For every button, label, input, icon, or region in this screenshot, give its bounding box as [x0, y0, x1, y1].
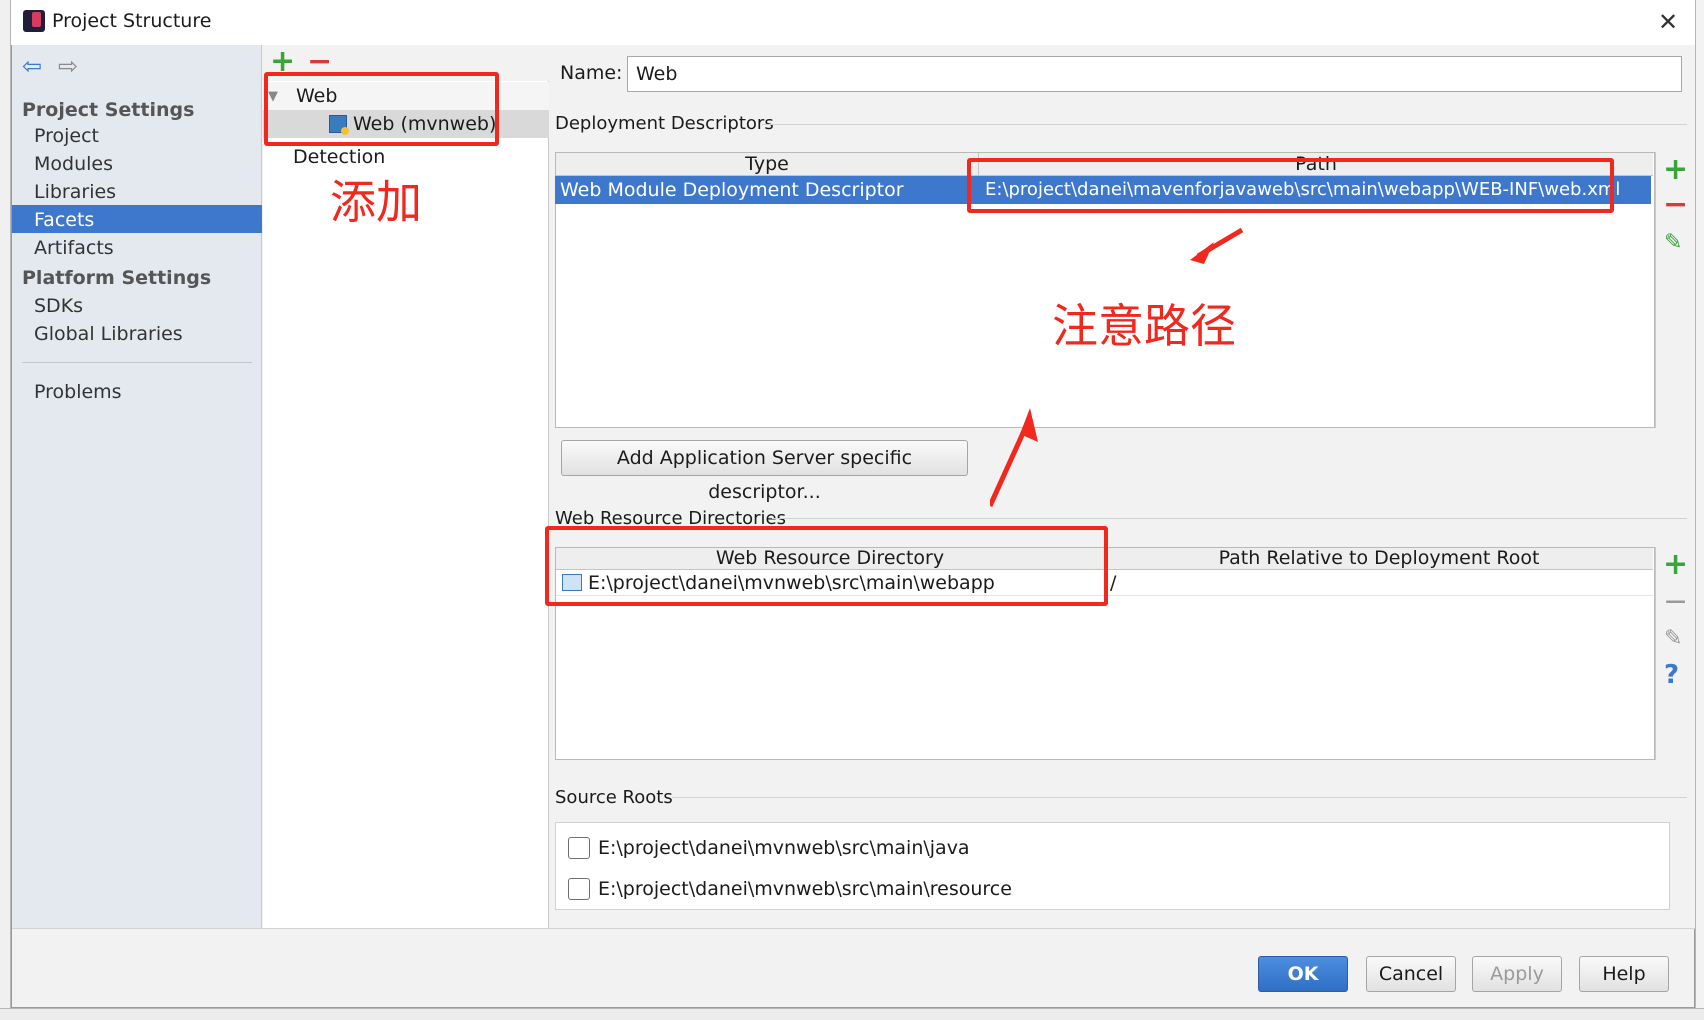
annotation-text-add: 添加 — [330, 175, 422, 229]
intellij-app-icon — [23, 10, 45, 32]
nav-divider — [22, 362, 252, 363]
nav-item-modules[interactable]: Modules — [34, 153, 113, 175]
column-header-relative-path[interactable]: Path Relative to Deployment Root — [1105, 547, 1653, 569]
tree-node-detection[interactable]: Detection — [293, 146, 385, 168]
nav-item-facets[interactable]: Facets — [34, 209, 94, 231]
background-ide-bottom — [0, 1008, 1704, 1020]
source-root-checkbox-resource[interactable] — [568, 878, 590, 900]
annotation-box-path — [967, 158, 1614, 213]
source-root-java-label[interactable]: E:\project\danei\mvnweb\src\main\java — [598, 837, 970, 859]
deployment-descriptors-title: Deployment Descriptors — [555, 113, 774, 134]
cancel-button[interactable]: Cancel — [1366, 956, 1456, 992]
close-icon[interactable]: ✕ — [1658, 8, 1678, 36]
edit-descriptor-icon[interactable]: ✎ — [1664, 230, 1682, 255]
nav-header-platform-settings: Platform Settings — [22, 267, 212, 289]
name-input[interactable]: Web — [627, 56, 1682, 92]
edit-web-resource-icon[interactable]: ✎ — [1664, 626, 1682, 651]
add-descriptor-icon[interactable]: + — [1663, 155, 1688, 185]
add-web-resource-icon[interactable]: + — [1663, 550, 1688, 580]
nav-item-sdks[interactable]: SDKs — [34, 295, 83, 317]
nav-item-project[interactable]: Project — [34, 125, 99, 147]
nav-header-project-settings: Project Settings — [22, 99, 195, 121]
background-ide-right — [1695, 0, 1704, 1020]
source-roots-title: Source Roots — [555, 787, 673, 808]
nav-item-problems[interactable]: Problems — [34, 381, 122, 403]
nav-item-global-libraries[interactable]: Global Libraries — [34, 323, 183, 345]
apply-button[interactable]: Apply — [1472, 956, 1562, 992]
annotation-box-facet — [264, 72, 499, 146]
forward-arrow-icon[interactable]: ⇨ — [58, 52, 78, 80]
help-icon[interactable]: ? — [1664, 660, 1679, 690]
source-root-resource-label[interactable]: E:\project\danei\mvnweb\src\main\resourc… — [598, 878, 1012, 900]
annotation-box-web-resource — [545, 526, 1108, 606]
ok-button[interactable]: OK — [1258, 956, 1348, 992]
name-label: Name: — [560, 62, 623, 84]
annotation-arrow-down — [1190, 227, 1244, 264]
title-bar — [11, 0, 1695, 45]
footer-divider — [12, 928, 1695, 929]
column-header-type[interactable]: Type — [556, 153, 978, 175]
help-button[interactable]: Help — [1579, 956, 1669, 992]
annotation-arrows — [990, 227, 1244, 508]
section-divider — [762, 124, 1687, 125]
settings-nav — [12, 45, 262, 928]
relative-path-cell[interactable]: / — [1110, 572, 1116, 594]
remove-descriptor-icon[interactable]: − — [1663, 190, 1688, 220]
background-ide-left — [0, 0, 11, 1020]
window-title: Project Structure — [52, 10, 212, 32]
nav-item-libraries[interactable]: Libraries — [34, 181, 116, 203]
descriptor-type-cell: Web Module Deployment Descriptor — [560, 179, 904, 201]
section-divider — [672, 797, 1687, 798]
add-server-descriptor-button[interactable]: Add Application Server specific descript… — [561, 440, 968, 503]
back-arrow-icon[interactable]: ⇦ — [22, 52, 42, 80]
source-root-checkbox-java[interactable] — [568, 837, 590, 859]
nav-item-artifacts[interactable]: Artifacts — [34, 237, 114, 259]
remove-web-resource-icon[interactable]: − — [1663, 587, 1688, 617]
annotation-arrow-up — [990, 408, 1038, 508]
